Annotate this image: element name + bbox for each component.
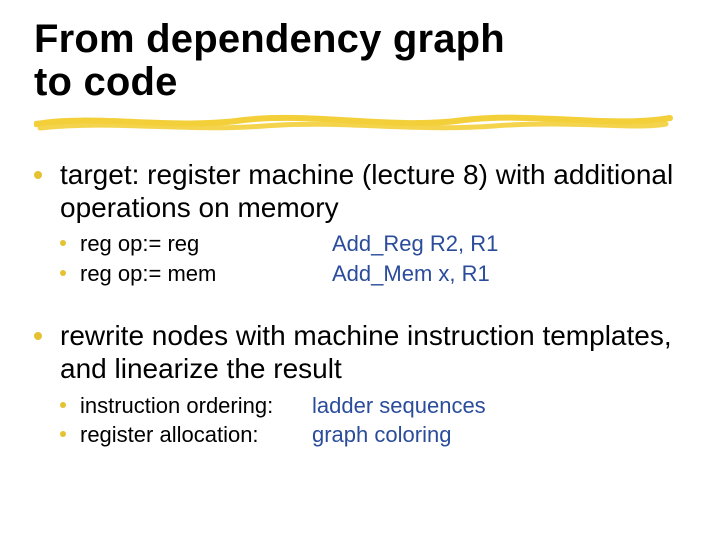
sub-item: register allocation: graph coloring [60,421,686,449]
sub-cols: reg op:= reg Add_Reg R2, R1 [80,230,498,258]
slide-body: target: register machine (lecture 8) wit… [34,158,686,448]
sub-left: reg op:= mem [80,260,332,288]
title-underline [34,110,674,132]
slide: From dependency graph to code target: re… [0,0,720,540]
bullet-2-sub: instruction ordering: ladder sequences r… [60,392,686,449]
bullet-dot-icon [34,332,42,340]
bullet-dot-icon [60,270,66,276]
sub-right: ladder sequences [312,392,486,420]
sub-cols: instruction ordering: ladder sequences [80,392,486,420]
sub-item: instruction ordering: ladder sequences [60,392,686,420]
sub-cols: reg op:= mem Add_Mem x, R1 [80,260,490,288]
bullet-dot-icon [60,240,66,246]
sub-right: Add_Mem x, R1 [332,260,490,288]
title-line-2: to code [34,61,686,104]
bullet-dot-icon [60,402,66,408]
title-line-1: From dependency graph [34,18,686,61]
bullet-1: target: register machine (lecture 8) wit… [34,158,686,224]
bullet-dot-icon [34,171,42,179]
scribble-icon [34,110,674,132]
bullet-dot-icon [60,431,66,437]
bullet-2: rewrite nodes with machine instruction t… [34,319,686,385]
slide-title: From dependency graph to code [34,18,686,104]
sub-left: reg op:= reg [80,230,332,258]
sub-item: reg op:= reg Add_Reg R2, R1 [60,230,686,258]
bullet-1-text: target: register machine (lecture 8) wit… [60,158,686,224]
bullet-2-text: rewrite nodes with machine instruction t… [60,319,686,385]
sub-right: graph coloring [312,421,451,449]
sub-right: Add_Reg R2, R1 [332,230,498,258]
sub-cols: register allocation: graph coloring [80,421,451,449]
sub-left: instruction ordering: [80,392,312,420]
sub-item: reg op:= mem Add_Mem x, R1 [60,260,686,288]
sub-left: register allocation: [80,421,312,449]
bullet-1-sub: reg op:= reg Add_Reg R2, R1 reg op:= mem… [60,230,686,287]
